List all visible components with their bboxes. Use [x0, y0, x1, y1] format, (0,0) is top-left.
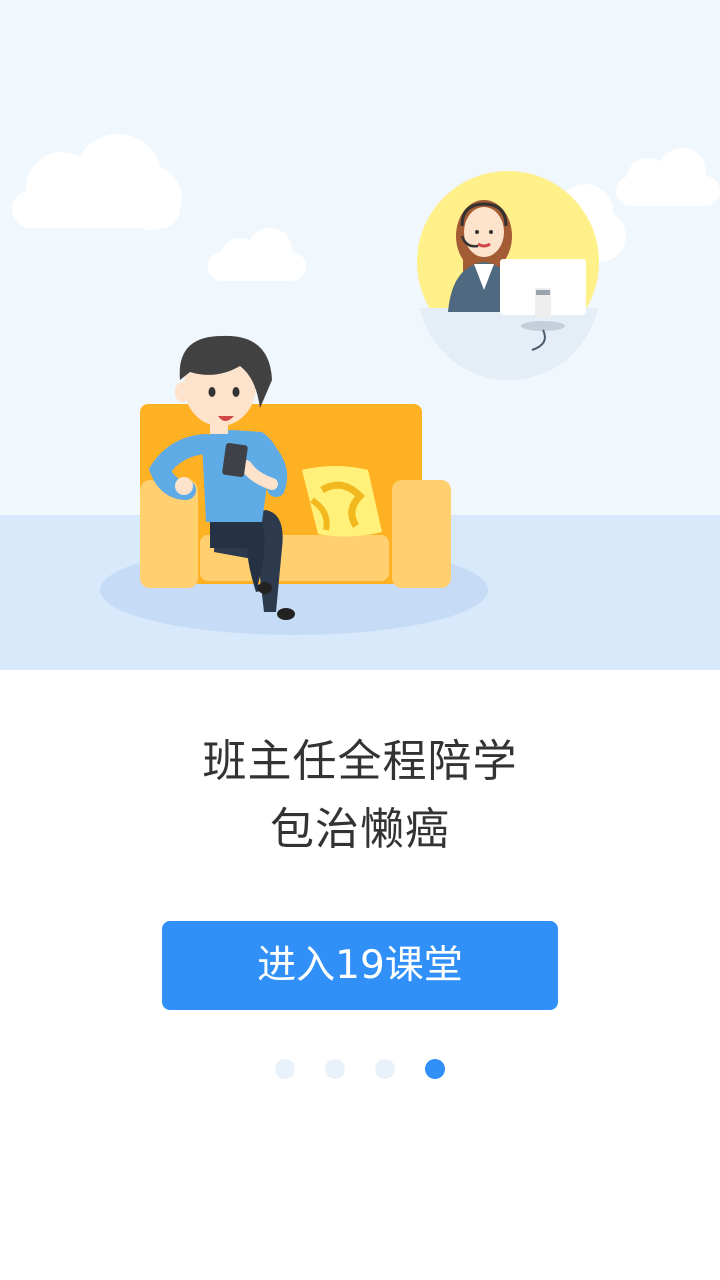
page-dot-2[interactable]: [325, 1059, 345, 1079]
page-dot-4-active[interactable]: [425, 1059, 445, 1079]
page-dot-3[interactable]: [375, 1059, 395, 1079]
guide-screen: 班主任全程陪学 包治懒癌 进入19课堂: [0, 0, 720, 1280]
illustration-svg: [12, 134, 720, 635]
cloud-icon: [208, 228, 306, 281]
enter-classroom-button[interactable]: 进入19课堂: [162, 921, 558, 1010]
headline: 班主任全程陪学 包治懒癌: [0, 728, 720, 864]
headline-line-1: 班主任全程陪学: [202, 736, 518, 787]
page-dot-1[interactable]: [275, 1059, 295, 1079]
teacher-bubble: [417, 171, 599, 381]
cloud-icon: [616, 148, 720, 206]
page-indicator: [0, 1059, 720, 1081]
cloud-icon: [12, 134, 182, 230]
hero-illustration: [0, 0, 720, 670]
headline-line-2: 包治懒癌: [270, 804, 450, 855]
